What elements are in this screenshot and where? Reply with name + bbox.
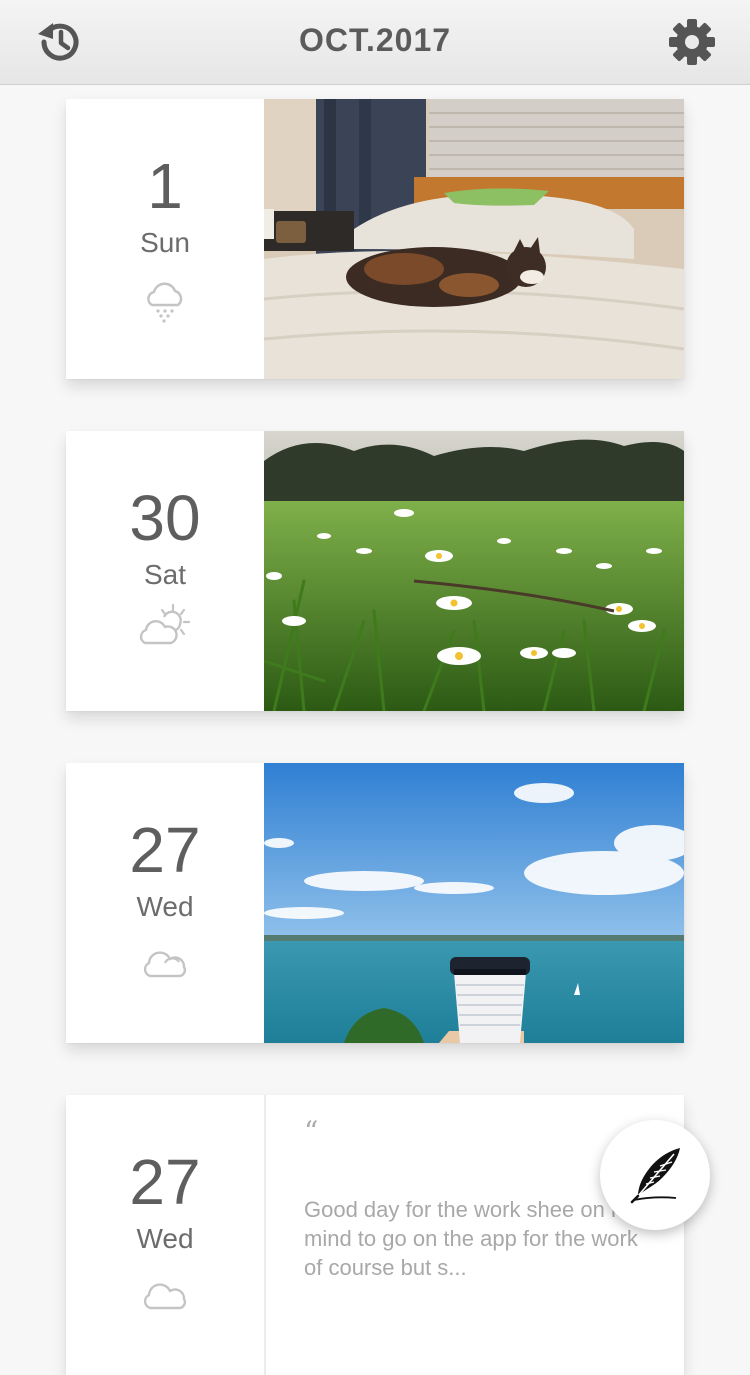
weather-indicator (66, 1281, 264, 1311)
settings-button[interactable] (664, 14, 720, 70)
day-number: 27 (129, 814, 201, 886)
cat-on-bed-photo (264, 99, 684, 379)
weekday-label: Sat (143, 559, 187, 590)
diary-entry-card[interactable]: 30 Sat (66, 431, 684, 711)
weather-indicator (66, 281, 264, 323)
cloudy-icon (143, 951, 187, 978)
weekday-label: Wed (136, 891, 194, 922)
weekday-label: Sun (140, 227, 190, 258)
sea-view-coffee-cup-photo (264, 763, 684, 1043)
month-title[interactable]: OCT.2017 (0, 22, 750, 59)
gear-icon (669, 19, 715, 65)
quote-mark: “ (304, 1115, 319, 1148)
day-number: 30 (129, 482, 201, 554)
rain-cloud-icon (147, 282, 183, 323)
diary-entry-card[interactable]: 1 Sun (66, 99, 684, 379)
diary-entry-card[interactable]: 27 Wed “ Good day for the work shee on m… (66, 1095, 684, 1375)
weather-indicator (66, 949, 264, 979)
entry-text: Good day for the work shee on my mind to… (304, 1197, 641, 1280)
diary-entry-card[interactable]: 27 Wed (66, 763, 684, 1043)
daisy-field-photo (264, 431, 684, 711)
entry-date: 30 Sat (66, 431, 264, 711)
day-number: 27 (129, 1146, 201, 1218)
entry-photo[interactable] (264, 763, 684, 1043)
cloudy-icon (143, 1283, 187, 1310)
top-bar: OCT.2017 (0, 0, 750, 85)
entry-date: 27 Wed (66, 1095, 264, 1375)
weekday-label: Wed (136, 1223, 194, 1254)
weather-indicator (66, 603, 264, 647)
new-entry-button[interactable] (600, 1120, 710, 1230)
entry-photo[interactable] (264, 431, 684, 711)
day-number: 1 (147, 150, 183, 222)
entry-date: 1 Sun (66, 99, 264, 379)
partly-sunny-icon (139, 603, 191, 645)
entry-date: 27 Wed (66, 763, 264, 1043)
feather-quill-icon (630, 1148, 680, 1204)
entry-photo[interactable] (264, 99, 684, 379)
